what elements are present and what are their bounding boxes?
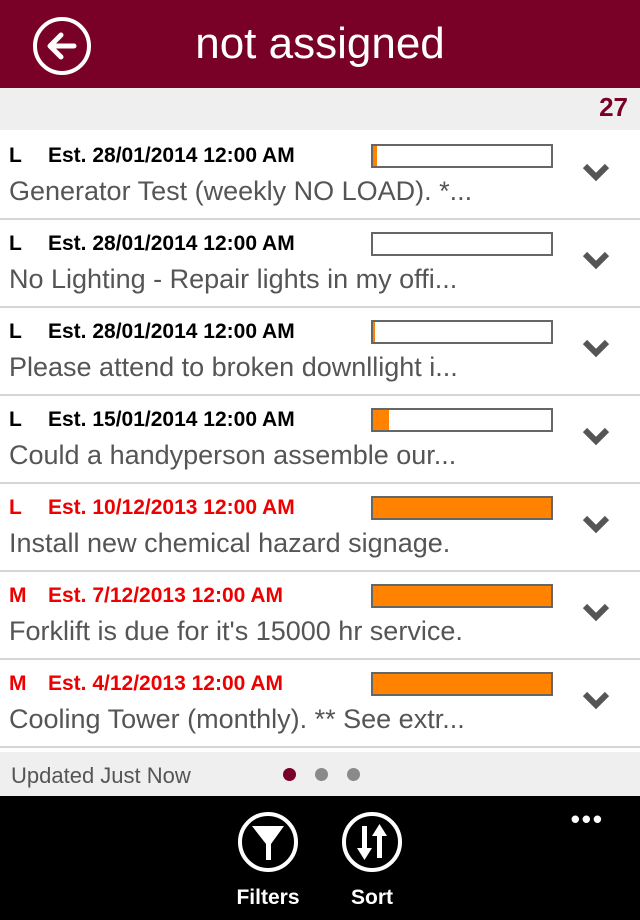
chevron-down-icon[interactable] (582, 338, 610, 360)
chevron-down-icon[interactable] (582, 690, 610, 712)
progress-bar (371, 584, 553, 608)
priority: L (9, 320, 22, 343)
list-item[interactable]: L Est. 15/01/2014 12:00 AM Could a handy… (0, 396, 640, 484)
priority: L (9, 496, 22, 519)
progress-bar (371, 408, 553, 432)
header: not assigned (0, 0, 640, 88)
chevron-down-icon[interactable] (582, 514, 610, 536)
item-description: Could a handyperson assemble our... (9, 440, 457, 470)
progress-fill (373, 498, 551, 518)
progress-fill (373, 322, 375, 342)
priority: L (9, 232, 22, 255)
more-button[interactable]: ••• (571, 804, 604, 835)
progress-fill (373, 410, 390, 430)
list-item[interactable]: L Est. 28/01/2014 12:00 AM Please attend… (0, 308, 640, 396)
priority: L (9, 408, 22, 431)
item-description: No Lighting - Repair lights in my offi..… (9, 264, 458, 294)
progress-bar (371, 320, 553, 344)
chevron-down-icon[interactable] (582, 162, 610, 184)
item-count: 27 (599, 92, 628, 122)
item-description: Forklift is due for it's 15000 hr servic… (9, 616, 463, 646)
page-title: not assigned (195, 19, 445, 68)
chevron-down-icon[interactable] (582, 250, 610, 272)
chevron-down-icon[interactable] (582, 602, 610, 624)
sort-button[interactable]: Sort (332, 812, 412, 910)
estimate-date: Est. 15/01/2014 12:00 AM (48, 408, 295, 431)
progress-fill (373, 146, 377, 166)
filter-icon (252, 826, 284, 860)
sort-icon (357, 824, 387, 860)
list-item[interactable]: M Est. 7/12/2013 12:00 AM Forklift is du… (0, 572, 640, 660)
status-bar: Updated Just Now (0, 752, 640, 796)
list-item[interactable]: L Est. 28/01/2014 12:00 AM Generator Tes… (0, 132, 640, 220)
item-description: Install new chemical hazard signage. (9, 528, 451, 558)
progress-bar (371, 672, 553, 696)
estimate-date: Est. 10/12/2013 12:00 AM (48, 496, 295, 519)
filters-label: Filters (236, 886, 300, 909)
chevron-down-icon[interactable] (582, 426, 610, 448)
estimate-date: Est. 28/01/2014 12:00 AM (48, 232, 295, 255)
item-description: Cooling Tower (monthly). ** See extr... (9, 704, 465, 734)
updated-status: Updated Just Now (11, 763, 191, 788)
list-item[interactable]: M Est. 4/12/2013 12:00 AM Cooling Tower … (0, 660, 640, 748)
priority: M (9, 672, 27, 695)
progress-fill (373, 586, 551, 606)
filters-button[interactable]: Filters (228, 812, 308, 910)
estimate-date: Est. 4/12/2013 12:00 AM (48, 672, 284, 695)
app-bar: Filters Sort ••• (0, 796, 640, 920)
list-item[interactable]: L Est. 10/12/2013 12:00 AM Install new c… (0, 484, 640, 572)
progress-bar (371, 232, 553, 256)
work-order-list: L Est. 28/01/2014 12:00 AM Generator Tes… (0, 132, 640, 748)
count-bar: 27 (0, 88, 640, 130)
progress-bar (371, 144, 553, 168)
estimate-date: Est. 7/12/2013 12:00 AM (48, 584, 284, 607)
estimate-date: Est. 28/01/2014 12:00 AM (48, 144, 295, 167)
page-indicator-dot[interactable] (315, 768, 328, 781)
estimate-date: Est. 28/01/2014 12:00 AM (48, 320, 295, 343)
page-indicator-dot[interactable] (283, 768, 296, 781)
list-item[interactable]: L Est. 28/01/2014 12:00 AM No Lighting -… (0, 220, 640, 308)
priority: M (9, 584, 27, 607)
item-description: Please attend to broken downllight i... (9, 352, 458, 382)
priority: L (9, 144, 22, 167)
progress-fill (373, 674, 551, 694)
progress-bar (371, 496, 553, 520)
page-indicator-dot[interactable] (347, 768, 360, 781)
sort-label: Sort (351, 886, 393, 909)
item-description: Generator Test (weekly NO LOAD). *... (9, 176, 473, 206)
